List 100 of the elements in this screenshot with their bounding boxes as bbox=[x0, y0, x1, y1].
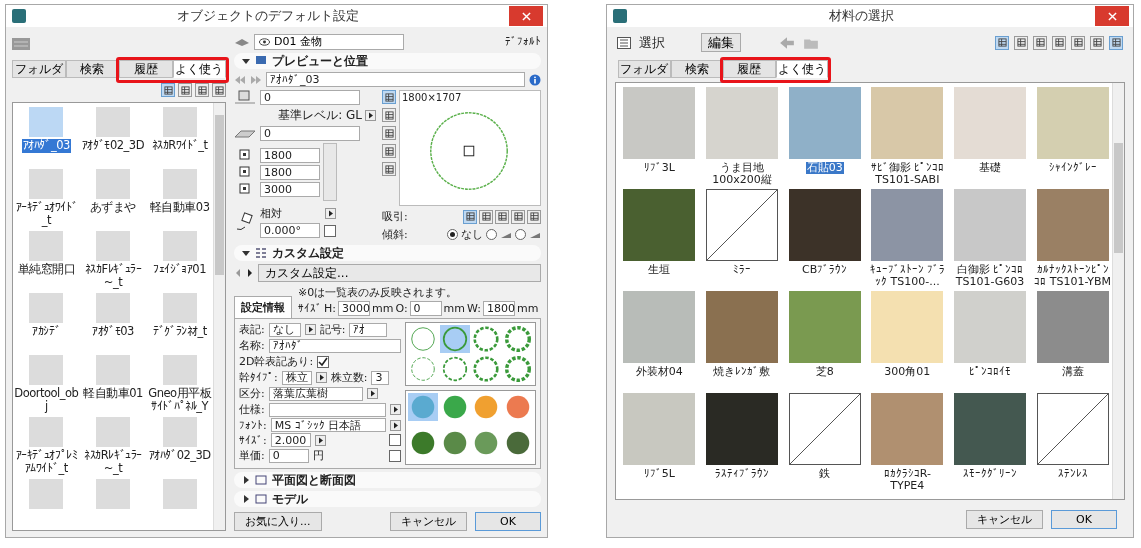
thumbnail-placeholder[interactable] bbox=[162, 107, 197, 137]
material-swatch[interactable] bbox=[623, 87, 696, 159]
mirror-checkbox[interactable] bbox=[324, 224, 336, 237]
plan-symbol-option[interactable] bbox=[471, 325, 502, 353]
tab[interactable]: 設定情報 bbox=[234, 296, 292, 318]
expanded-triangle-icon[interactable] bbox=[242, 57, 250, 65]
material-swatch[interactable] bbox=[623, 189, 696, 261]
view-mode-button[interactable] bbox=[1052, 35, 1066, 50]
thumbnail-placeholder[interactable] bbox=[96, 231, 130, 261]
thumbnail-placeholder[interactable] bbox=[96, 169, 130, 199]
checkbox[interactable] bbox=[317, 355, 330, 368]
material-swatch[interactable] bbox=[871, 189, 944, 261]
checkbox[interactable] bbox=[389, 434, 401, 446]
tab[interactable]: よく使う bbox=[775, 60, 828, 78]
view-mode-button[interactable] bbox=[1090, 35, 1104, 50]
previous-icon[interactable] bbox=[234, 269, 242, 277]
material-swatch[interactable] bbox=[1036, 291, 1109, 363]
thumbnail-placeholder[interactable] bbox=[162, 293, 197, 323]
list-icon[interactable] bbox=[617, 36, 631, 49]
thumbnail-placeholder[interactable] bbox=[96, 417, 130, 447]
expanded-triangle-icon[interactable] bbox=[242, 249, 250, 257]
object-name-field[interactable]: ｱｵﾊﾀﾞ_03 bbox=[266, 72, 525, 87]
thumbnail-placeholder[interactable] bbox=[29, 169, 64, 199]
thumbnail-placeholder[interactable] bbox=[29, 231, 64, 261]
thumbnail-placeholder[interactable] bbox=[162, 479, 197, 509]
snap-mode-button[interactable] bbox=[495, 209, 509, 224]
trunk-type-field[interactable]: 株立 bbox=[281, 370, 312, 385]
blank-material-swatch[interactable] bbox=[788, 393, 861, 465]
thumbnail-placeholder[interactable] bbox=[29, 479, 64, 509]
view-mode-button[interactable] bbox=[212, 83, 226, 97]
snap-mode-button[interactable] bbox=[479, 209, 493, 224]
cancel-button[interactable]: キャンセル bbox=[390, 512, 467, 531]
size-field[interactable]: 0 bbox=[409, 301, 442, 316]
thumbnail-placeholder[interactable] bbox=[96, 293, 130, 323]
thumbnail-placeholder[interactable] bbox=[29, 417, 64, 447]
view-mode-button[interactable] bbox=[1033, 35, 1047, 50]
stems-field[interactable]: 3 bbox=[371, 370, 390, 385]
material-swatch[interactable] bbox=[788, 189, 861, 261]
thumbnail-placeholder[interactable] bbox=[96, 107, 130, 137]
thumbnail-placeholder[interactable] bbox=[29, 107, 64, 137]
width-field[interactable]: 1800 bbox=[260, 147, 320, 163]
radio-button[interactable] bbox=[515, 229, 526, 240]
angle-field[interactable]: 0.000° bbox=[260, 223, 320, 238]
plan-symbol-option[interactable] bbox=[471, 355, 502, 383]
tab[interactable]: フォルダ bbox=[12, 60, 66, 78]
plan-symbol-option[interactable] bbox=[503, 325, 533, 353]
material-swatch[interactable] bbox=[1036, 189, 1109, 261]
collapsed-triangle-icon[interactable] bbox=[242, 476, 250, 484]
view-mode-button[interactable] bbox=[1014, 35, 1028, 50]
info-icon[interactable] bbox=[529, 73, 541, 86]
dropdown-arrow-button[interactable] bbox=[325, 208, 336, 219]
symbol-field[interactable]: ｱｵ bbox=[349, 322, 388, 337]
material-swatch[interactable] bbox=[623, 291, 696, 363]
view-mode-button[interactable] bbox=[178, 83, 192, 97]
view-mode-button[interactable] bbox=[1071, 35, 1085, 50]
material-swatch[interactable] bbox=[871, 393, 944, 465]
price-field[interactable]: 0 bbox=[268, 448, 309, 463]
material-swatch[interactable] bbox=[954, 189, 1026, 261]
preview-mode-button[interactable] bbox=[382, 108, 396, 122]
material-swatch[interactable] bbox=[706, 291, 778, 363]
elevation-field[interactable]: 0 bbox=[260, 90, 360, 105]
depth-field[interactable]: 1800 bbox=[260, 164, 320, 180]
tab[interactable]: フォルダ bbox=[618, 60, 671, 78]
view-mode-button[interactable] bbox=[161, 83, 175, 97]
radio-button[interactable] bbox=[447, 229, 458, 240]
tab[interactable]: よく使う bbox=[172, 60, 226, 78]
snap-mode-button[interactable] bbox=[463, 209, 477, 224]
dropdown-arrow-button[interactable] bbox=[390, 404, 401, 415]
preview-mode-button[interactable] bbox=[382, 162, 396, 176]
snap-mode-button[interactable] bbox=[527, 209, 541, 224]
layer-dropdown[interactable]: D01 金物 bbox=[254, 33, 404, 50]
font-field[interactable]: MS ｺﾞｼｯｸ 日本語 bbox=[270, 418, 386, 432]
tab[interactable]: 履歴 bbox=[119, 60, 173, 78]
view-mode-button[interactable] bbox=[195, 83, 209, 97]
plan-symbol-option[interactable] bbox=[408, 355, 438, 383]
material-swatch[interactable] bbox=[623, 393, 696, 465]
font-size-field[interactable]: 2.000 bbox=[270, 433, 311, 447]
preview-mode-button[interactable] bbox=[382, 144, 396, 158]
size-field[interactable]: 1800 bbox=[483, 301, 515, 316]
name-field[interactable]: ｱｵﾊﾀﾞ bbox=[268, 338, 401, 353]
back-arrow-icon[interactable] bbox=[779, 35, 795, 50]
dropdown-arrow-button[interactable] bbox=[304, 324, 316, 335]
category-field[interactable]: 落葉広葉樹 bbox=[268, 386, 363, 401]
tab[interactable]: 検索 bbox=[65, 60, 119, 78]
dropdown-arrow-button[interactable] bbox=[315, 372, 327, 383]
close-button[interactable] bbox=[509, 6, 543, 26]
thumbnail-placeholder[interactable] bbox=[162, 355, 197, 385]
scrollbar[interactable] bbox=[1112, 83, 1124, 499]
thumbnail-placeholder[interactable] bbox=[96, 355, 130, 385]
spec-field[interactable] bbox=[268, 402, 386, 417]
thumbnail-placeholder[interactable] bbox=[162, 231, 197, 261]
size-field[interactable]: 3000 bbox=[338, 301, 370, 316]
material-swatch[interactable] bbox=[954, 87, 1026, 159]
material-swatch[interactable] bbox=[954, 291, 1026, 363]
material-swatch[interactable] bbox=[788, 87, 861, 159]
custom-settings-button[interactable]: カスタム設定... bbox=[258, 264, 541, 282]
radio-button[interactable] bbox=[486, 229, 497, 240]
checkbox[interactable] bbox=[389, 449, 401, 462]
thumbnail-placeholder[interactable] bbox=[29, 293, 64, 323]
plan-symbol-option[interactable] bbox=[503, 355, 533, 383]
